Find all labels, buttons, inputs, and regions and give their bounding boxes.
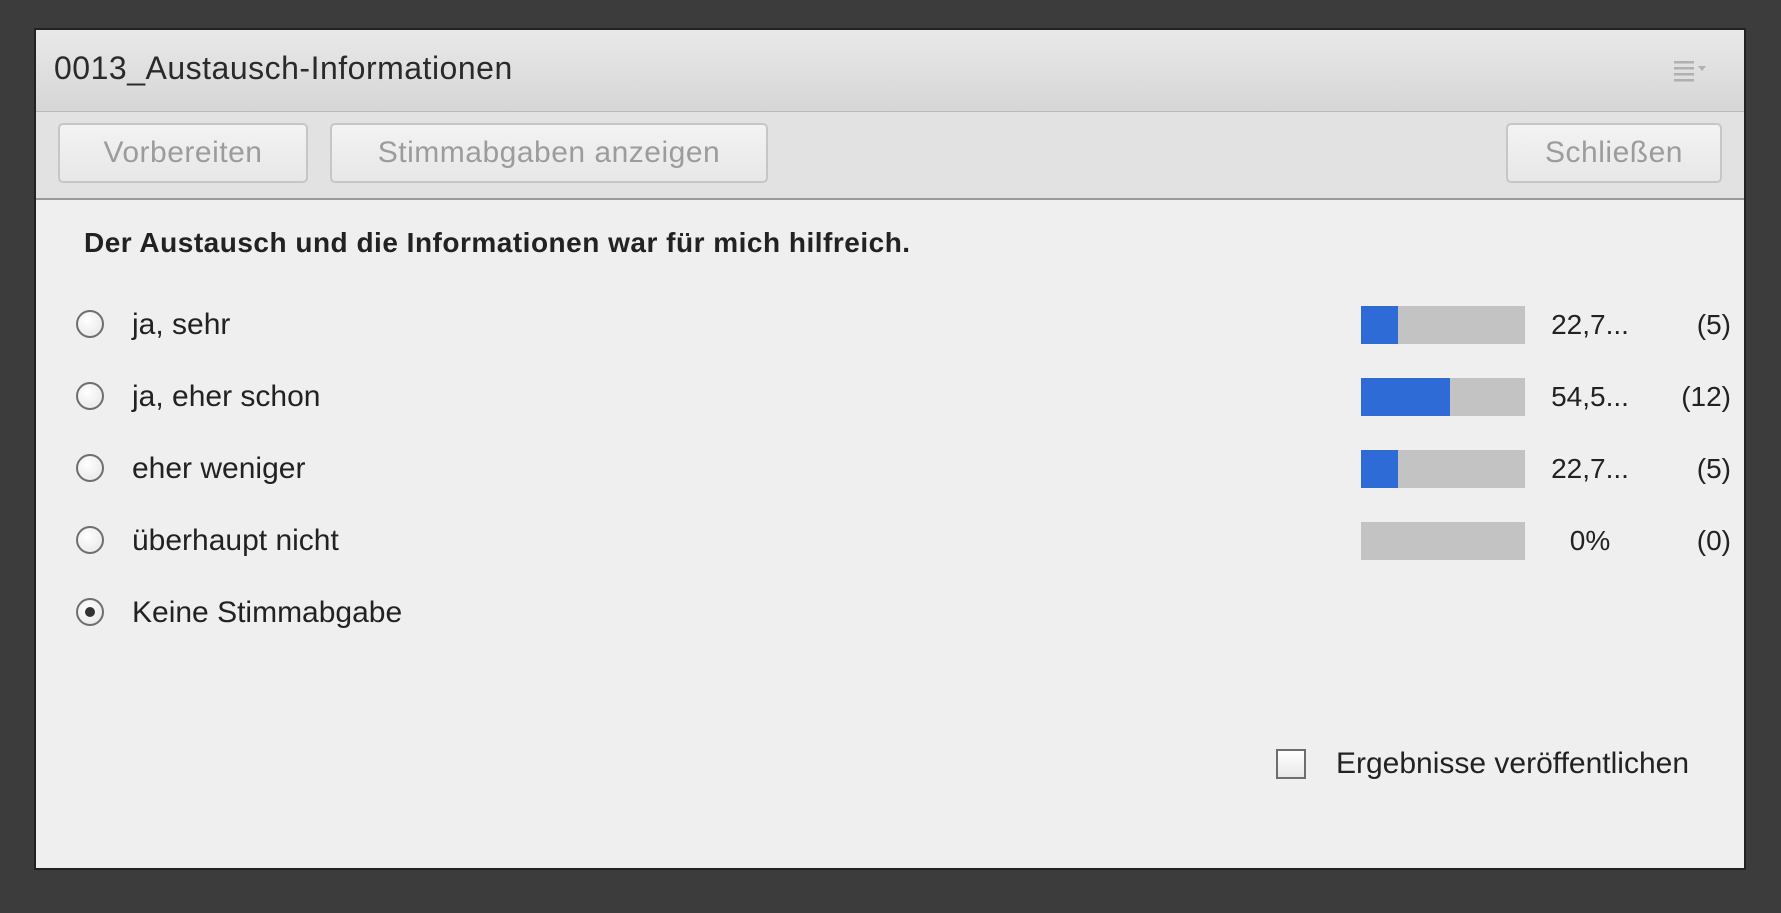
result-bar [1361,306,1525,344]
poll-option-3[interactable]: eher weniger 22,7... (5) [76,450,1731,500]
result-percent: 22,7... [1551,453,1629,484]
list-menu-icon[interactable] [1672,56,1710,84]
publish-results-checkbox[interactable] [1276,749,1306,779]
poll-option-2[interactable]: ja, eher schon 54,5... (12) [76,378,1731,428]
result-count: (5) [1696,453,1731,484]
radio-button-selected[interactable] [76,598,104,626]
close-poll-button[interactable]: Schließen [1506,123,1722,183]
option-label: Keine Stimmabgabe [132,596,403,629]
radio-button[interactable] [76,454,104,482]
option-label: ja, eher schon [132,380,321,413]
result-percent: 22,7... [1551,309,1629,340]
result-count: (5) [1696,309,1731,340]
option-label: eher weniger [132,452,306,485]
pod-toolbar: Vorbereiten Stimmabgaben anzeigen Schlie… [36,112,1744,200]
poll-pod: 0013_Austausch-Informationen Vorbereiten… [34,28,1746,870]
radio-button[interactable] [76,382,104,410]
result-percent: 0% [1569,525,1611,556]
result-count: (12) [1681,381,1731,412]
poll-question: Der Austausch und die Informationen war … [84,227,911,258]
result-bar-fill [1361,450,1399,488]
prepare-button[interactable]: Vorbereiten [58,123,308,183]
radio-button[interactable] [76,526,104,554]
result-bar-fill [1361,306,1399,344]
option-label: ja, sehr [132,308,231,341]
result-count: (0) [1696,525,1731,556]
publish-results-label: Ergebnisse veröffentlichen [1336,747,1689,780]
result-bar [1361,450,1525,488]
pod-title: 0013_Austausch-Informationen [54,50,513,86]
pod-title-bar: 0013_Austausch-Informationen [36,30,1744,112]
result-bar [1361,378,1525,416]
poll-option-4[interactable]: überhaupt nicht 0% (0) [76,522,1731,572]
poll-option-no-vote[interactable]: Keine Stimmabgabe [76,594,1726,644]
poll-option-1[interactable]: ja, sehr 22,7... (5) [76,306,1731,356]
result-bar [1361,522,1525,560]
result-percent: 54,5... [1551,381,1629,412]
result-bar-fill [1361,378,1451,416]
option-label: überhaupt nicht [132,524,339,557]
show-votes-button[interactable]: Stimmabgaben anzeigen [330,123,768,183]
radio-button[interactable] [76,310,104,338]
